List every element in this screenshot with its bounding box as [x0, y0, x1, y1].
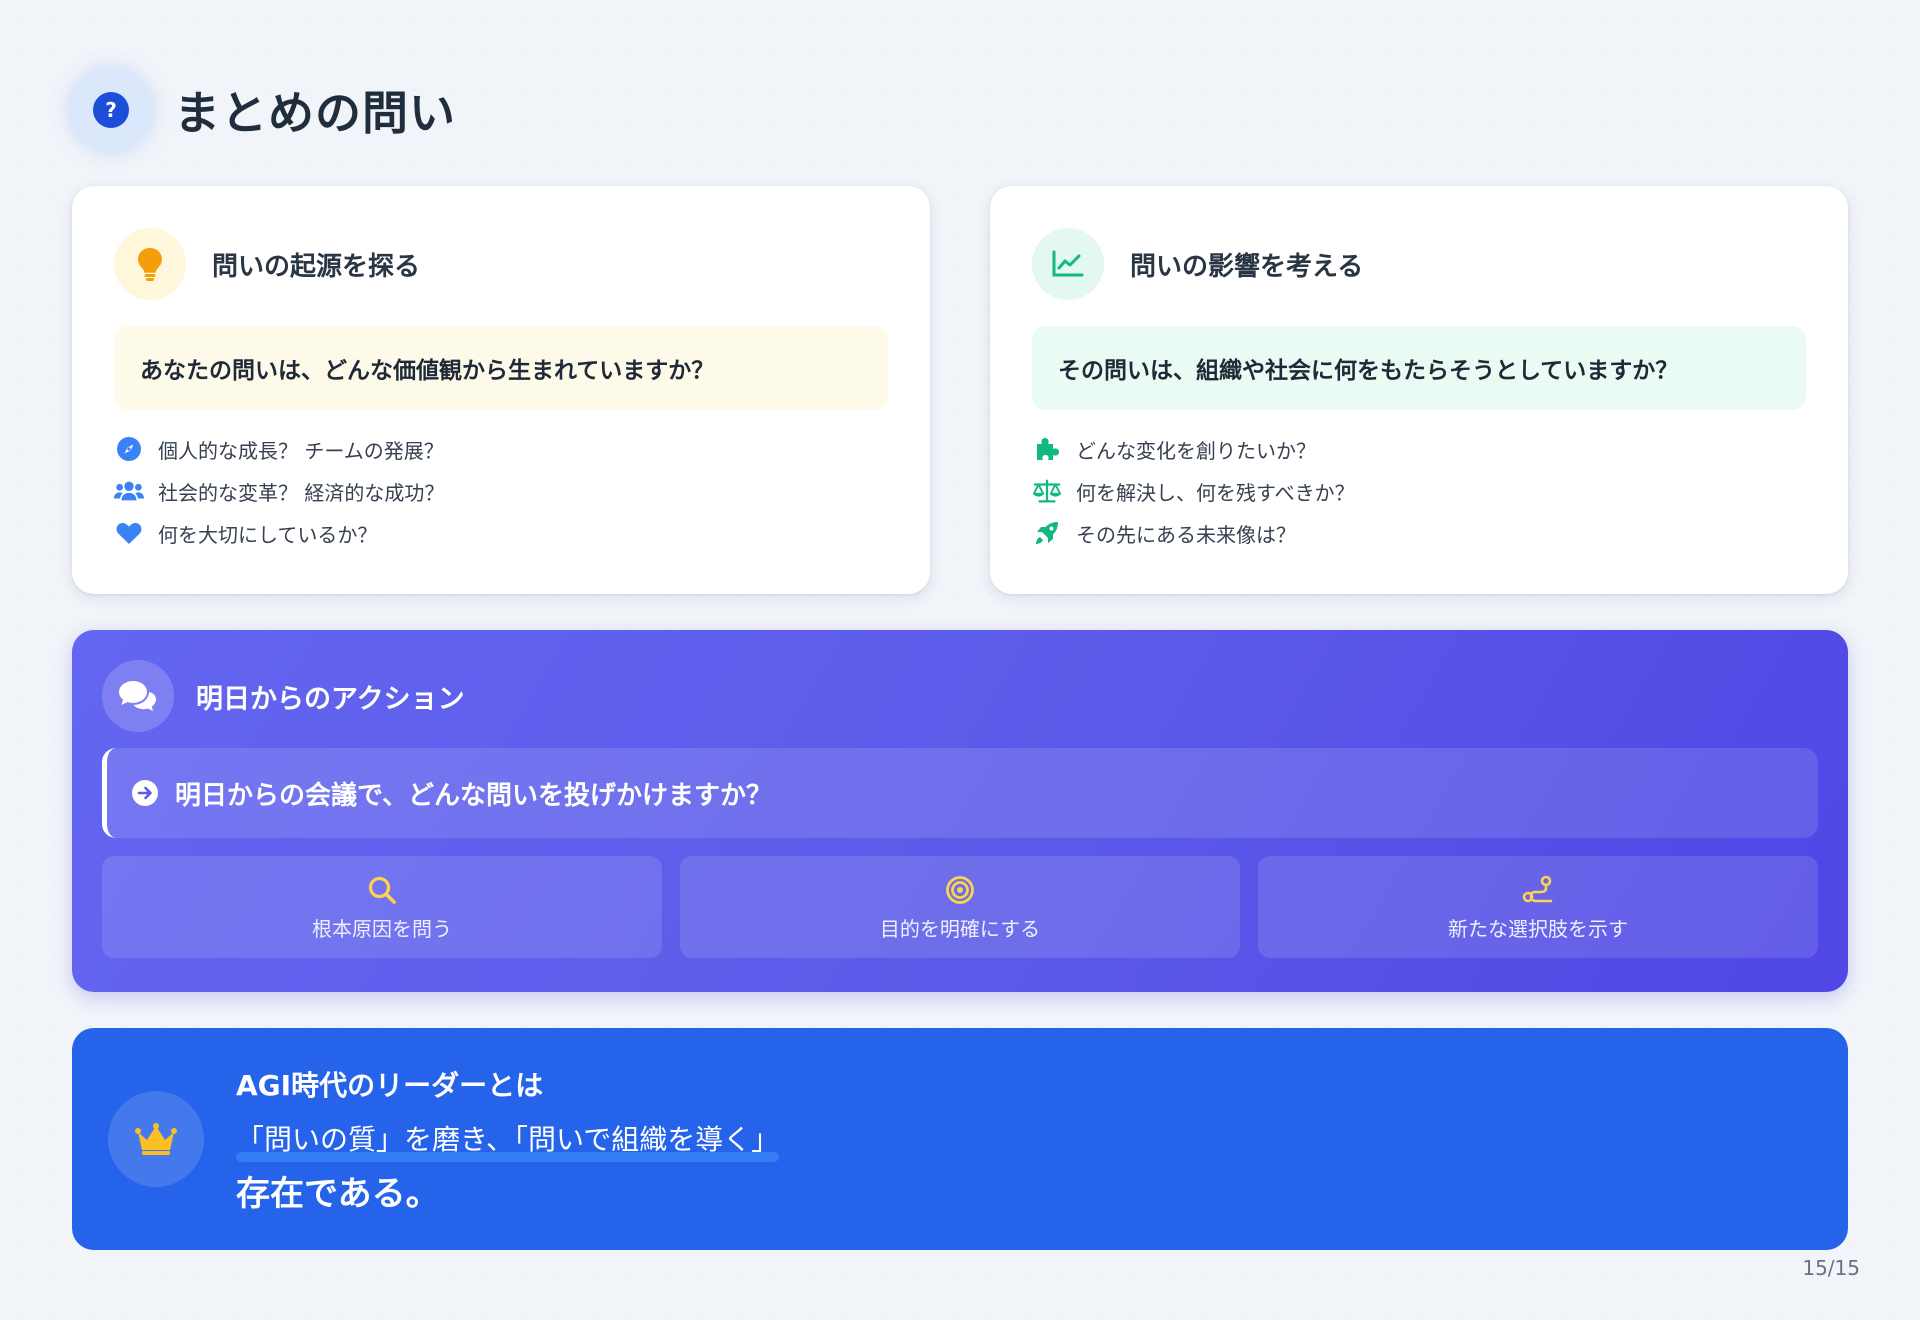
list-item: どんな変化を創りたいか？: [1032, 428, 1806, 470]
scale-icon: [1032, 476, 1062, 506]
list-item: 個人的な成長？ チームの発展？: [114, 428, 888, 470]
crown-icon: [108, 1091, 204, 1187]
compass-icon: [114, 434, 144, 464]
slide: ? まとめの問い 問いの起源を探る あなたの問いは、どんな価値観から生まれていま…: [72, 62, 1848, 1250]
comments-icon: [102, 660, 174, 732]
leader-text: AGI時代のリーダーとは 「問いの質」を磨き、「問いで組織を導く」 存在である。: [236, 1064, 780, 1215]
title-row: ? まとめの問い: [72, 62, 1848, 158]
question-icon: ?: [72, 71, 150, 149]
leader-conclusion: 存在である。: [236, 1173, 440, 1214]
heart-icon: [114, 518, 144, 548]
card-impact: 問いの影響を考える その問いは、組織や社会に何をもたらそうとしていますか？ どん…: [990, 186, 1848, 594]
card-question: その問いは、組織や社会に何をもたらそうとしていますか？: [1032, 326, 1806, 410]
search-icon: [367, 873, 397, 907]
tile-root-cause: 根本原因を問う: [102, 856, 662, 958]
leader-heading: AGI時代のリーダーとは: [236, 1068, 544, 1102]
page-number: 15/15: [1802, 1256, 1860, 1280]
cards-row: 問いの起源を探る あなたの問いは、どんな価値観から生まれていますか？ 個人的な成…: [72, 186, 1848, 594]
card-question: あなたの問いは、どんな価値観から生まれていますか？: [114, 326, 888, 410]
lightbulb-icon: [114, 228, 186, 300]
users-icon: [114, 476, 144, 506]
tile-new-options: 新たな選択肢を示す: [1258, 856, 1818, 958]
leader-banner: AGI時代のリーダーとは 「問いの質」を磨き、「問いで組織を導く」 存在である。: [72, 1028, 1848, 1250]
action-panel: 明日からのアクション 明日からの会議で、どんな問いを投げかけますか？ 根本原因を…: [72, 630, 1848, 992]
target-icon: [945, 873, 975, 907]
list-item: 何を解決し、何を残すべきか？: [1032, 470, 1806, 512]
route-icon: [1522, 873, 1554, 907]
page-title: まとめの問い: [174, 86, 456, 140]
card-title: 問いの影響を考える: [1130, 251, 1364, 282]
card-title: 問いの起源を探る: [212, 251, 421, 282]
leader-highlight: 「問いの質」を磨き、「問いで組織を導く」: [236, 1118, 780, 1162]
list-item: 何を大切にしているか？: [114, 512, 888, 554]
card-origin: 問いの起源を探る あなたの問いは、どんな価値観から生まれていますか？ 個人的な成…: [72, 186, 930, 594]
arrow-right-circle-icon: [131, 779, 159, 807]
rocket-icon: [1032, 518, 1062, 548]
chart-line-icon: [1032, 228, 1104, 300]
puzzle-icon: [1032, 434, 1062, 464]
list-item: その先にある未来像は？: [1032, 512, 1806, 554]
card-list: どんな変化を創りたいか？ 何を解決し、何を残すべきか？ その先にある未来像は？: [1032, 428, 1806, 554]
card-list: 個人的な成長？ チームの発展？ 社会的な変革？ 経済的な成功？ 何を大切にしてい…: [114, 428, 888, 554]
action-tiles: 根本原因を問う 目的を明確にする 新たな選択肢を示す: [102, 856, 1818, 958]
action-title: 明日からのアクション: [196, 683, 465, 715]
list-item: 社会的な変革？ 経済的な成功？: [114, 470, 888, 512]
action-question: 明日からの会議で、どんな問いを投げかけますか？: [102, 748, 1818, 838]
tile-clarify-purpose: 目的を明確にする: [680, 856, 1240, 958]
